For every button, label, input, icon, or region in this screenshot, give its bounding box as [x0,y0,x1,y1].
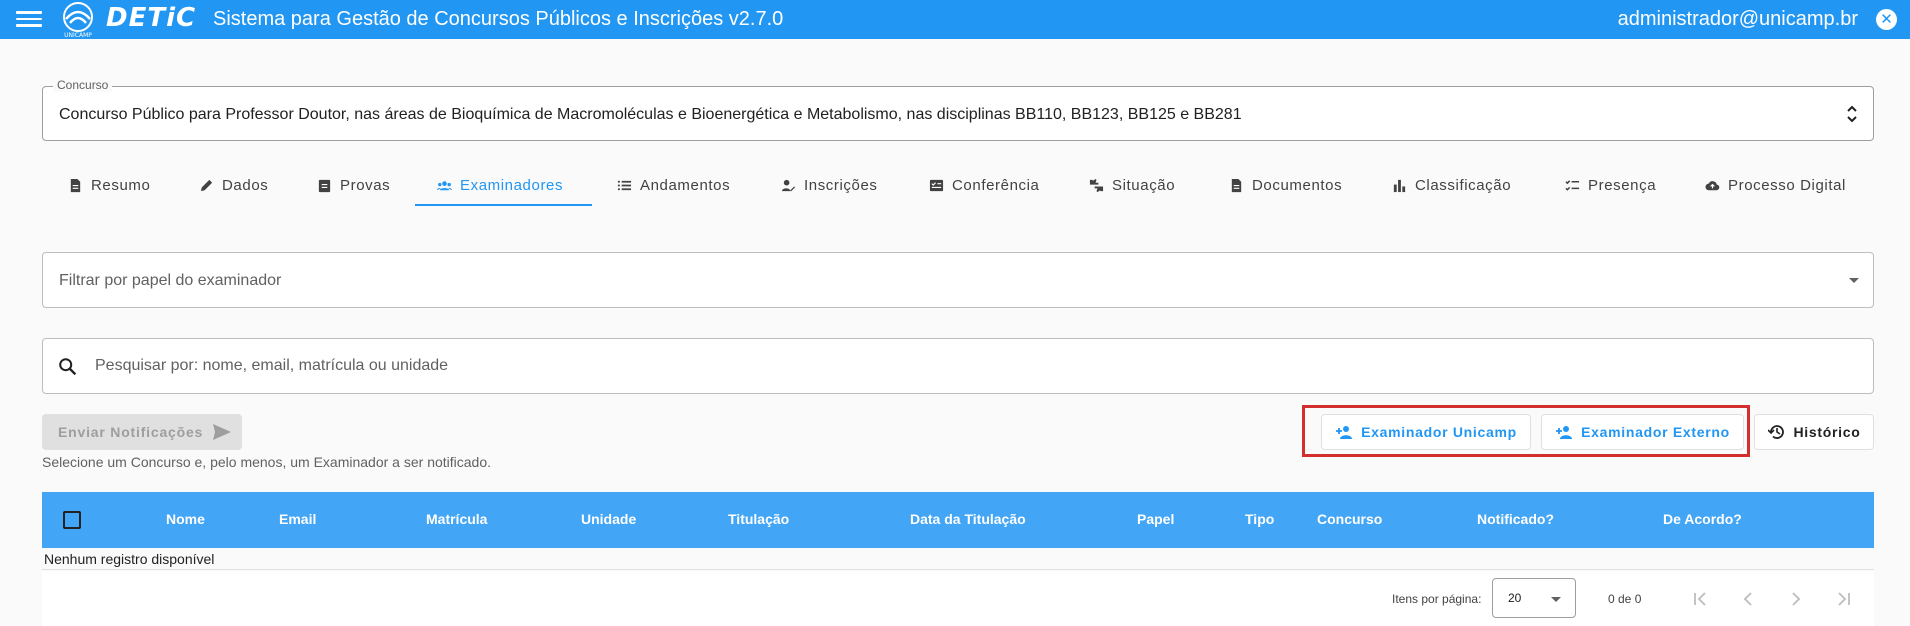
unicamp-logo: UNICAMP [63,2,93,39]
thumbs-icon [1089,178,1104,192]
search-icon [59,358,77,376]
active-tab-indicator [415,204,592,206]
tab-processo-digital[interactable]: Processo Digital [1705,164,1846,206]
add-examinador-externo-button[interactable]: Examinador Externo [1541,414,1744,450]
tab-label: Processo Digital [1728,176,1846,194]
dropdown-arrow-icon [1551,597,1561,602]
list-icon [617,180,632,190]
column-header[interactable]: Titulação [728,511,789,527]
column-header[interactable]: Email [279,511,316,527]
column-header[interactable]: Concurso [1317,511,1382,527]
person-add-icon [1556,426,1573,439]
chevron-left-icon [1743,592,1752,606]
column-header[interactable]: De Acordo? [1663,511,1742,527]
person-edit-icon [781,179,796,191]
checklist-icon [1565,179,1580,191]
tab-examinadores[interactable]: Examinadores [437,164,563,206]
cloud-upload-icon [1705,180,1720,190]
tab-inscricoes[interactable]: Inscrições [781,164,878,206]
tab-conferencia[interactable]: Conferência [929,164,1039,206]
historico-label: Histórico [1793,424,1861,440]
search-field [42,338,1874,394]
app-toolbar: UNICAMP DETiC Sistema para Gestão de Con… [0,0,1910,39]
send-notifications-label: Enviar Notificações [58,424,204,440]
tab-label: Situação [1112,176,1176,194]
tab-presenca[interactable]: Presença [1565,164,1656,206]
user-email[interactable]: administrador@unicamp.br [1618,8,1858,31]
empty-table-row: Nenhum registro disponível [42,548,1874,570]
tab-label: Examinadores [460,176,564,194]
column-header[interactable]: Data da Titulação [910,511,1026,527]
page-range-label: 0 de 0 [1608,592,1642,606]
notification-hint: Selecione um Concurso e, pelo menos, um … [42,454,492,470]
detic-logo-text: DETiC [106,3,197,33]
concurso-value: Concurso Público para Professor Doutor, … [59,106,1242,123]
papel-filter-select[interactable]: Filtrar por papel do examinador [42,252,1874,308]
dropdown-arrow-icon [1849,278,1859,283]
filter-placeholder: Filtrar por papel do examinador [59,272,282,289]
examinadores-table-header: Nome Email Matrícula Unidade Titulação D… [42,492,1874,548]
tab-label: Dados [222,176,269,194]
next-page-button[interactable] [1784,587,1808,611]
select-all-checkbox[interactable] [63,511,81,529]
group-icon [437,180,452,190]
page-size-select[interactable]: 20 [1492,578,1576,618]
tab-dados[interactable]: Dados [199,164,268,206]
tab-label: Conferência [952,176,1040,194]
pencil-icon [200,179,213,191]
unfold-icon [1847,105,1857,123]
menu-icon[interactable] [16,8,42,30]
examinador-unicamp-label: Examinador Unicamp [1361,424,1517,440]
column-header[interactable]: Tipo [1245,511,1274,527]
tab-situacao[interactable]: Situação [1089,164,1175,206]
logo-sub-text: UNICAMP [64,32,92,39]
send-icon [213,424,232,440]
tab-label: Presença [1588,176,1657,194]
column-header[interactable]: Nome [166,511,205,527]
search-input[interactable] [95,347,1855,385]
tab-classificacao[interactable]: Classificação [1392,164,1511,206]
concurso-label: Concurso [53,78,113,92]
page-size-value: 20 [1508,591,1522,605]
tab-label: Documentos [1252,176,1343,194]
close-icon[interactable]: ✕ [1876,9,1897,30]
tab-andamentos[interactable]: Andamentos [617,164,730,206]
items-per-page-label: Itens por página: [1392,592,1482,606]
column-header[interactable]: Matrícula [426,511,487,527]
examinador-externo-label: Examinador Externo [1581,424,1730,440]
previous-page-button[interactable] [1736,587,1760,611]
first-page-icon [1694,592,1706,606]
tab-label: Resumo [91,176,151,194]
last-page-icon [1838,592,1850,606]
last-page-button[interactable] [1832,587,1856,611]
concurso-tabs: Resumo Dados Provas Examinadores Andamen… [42,164,1874,206]
file-icon [1231,178,1242,192]
app-title: Sistema para Gestão de Concursos Público… [213,8,784,30]
historico-button[interactable]: Histórico [1754,414,1874,450]
tab-label: Provas [340,176,391,194]
clipboard-icon [318,179,331,192]
empty-message: Nenhum registro disponível [44,551,215,567]
person-add-icon [1336,426,1353,439]
column-header[interactable]: Papel [1137,511,1174,527]
tab-label: Andamentos [640,176,731,194]
column-header[interactable]: Notificado? [1477,511,1554,527]
first-page-button[interactable] [1688,587,1712,611]
history-icon [1767,425,1784,439]
column-header[interactable]: Unidade [581,511,636,527]
chevron-right-icon [1792,592,1801,606]
paginator: Itens por página: 20 0 de 0 [42,571,1874,626]
tab-label: Classificação [1415,176,1512,194]
bar-chart-icon [1393,179,1406,192]
add-examinador-unicamp-button[interactable]: Examinador Unicamp [1321,414,1531,450]
tab-provas[interactable]: Provas [317,164,390,206]
send-notifications-button[interactable]: Enviar Notificações [42,414,242,450]
concurso-select[interactable]: Concurso Concurso Público para Professor… [42,78,1874,141]
tab-resumo[interactable]: Resumo [68,164,150,206]
checklist-box-icon [929,179,944,191]
document-icon [70,178,81,192]
tab-documentos[interactable]: Documentos [1229,164,1342,206]
tab-label: Inscrições [804,176,878,194]
